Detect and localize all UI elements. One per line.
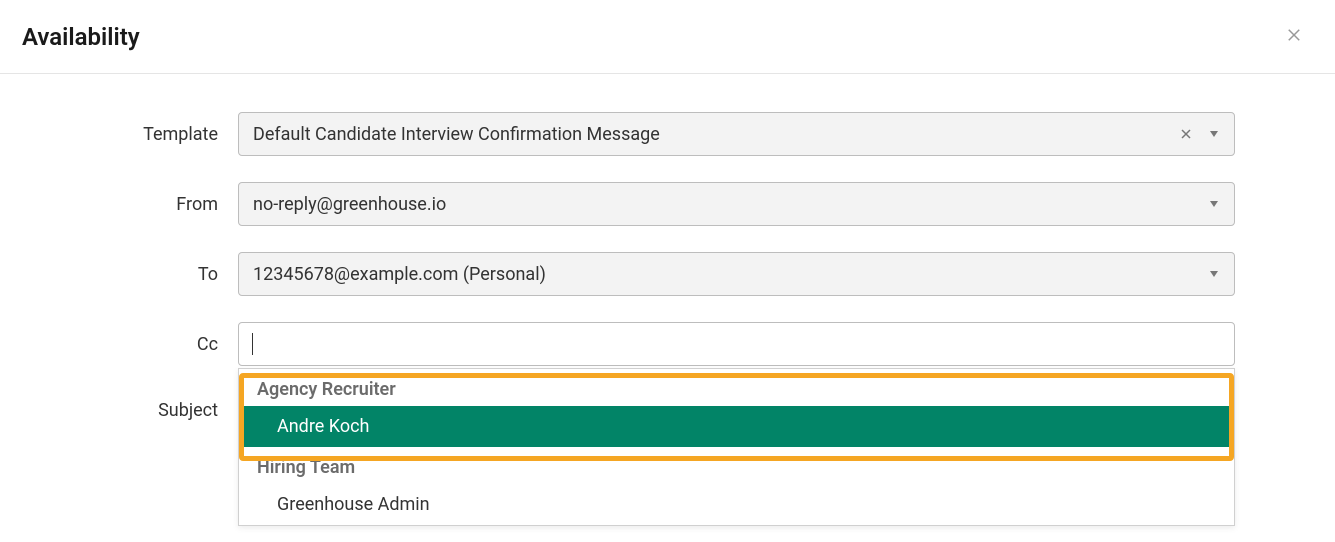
cc-field-wrapper: Agency Recruiter Andre Koch Hiring Team …	[238, 322, 1235, 366]
from-row: From no-reply@greenhouse.io	[0, 182, 1235, 226]
from-label: From	[0, 194, 238, 215]
cc-dropdown: Agency Recruiter Andre Koch Hiring Team …	[238, 368, 1235, 526]
modal-header: Availability	[0, 0, 1335, 74]
modal-title: Availability	[22, 23, 140, 51]
to-label: To	[0, 264, 238, 285]
cc-row: Cc Agency Recruiter Andre Koch Hiring Te…	[0, 322, 1235, 366]
dropdown-group-agency: Agency Recruiter	[239, 369, 1234, 406]
template-value: Default Candidate Interview Confirmation…	[253, 124, 660, 145]
close-button[interactable]	[1281, 22, 1307, 51]
subject-label: Subject	[0, 392, 238, 421]
chevron-down-icon	[1208, 200, 1220, 208]
dropdown-option-andre[interactable]: Andre Koch	[239, 406, 1234, 447]
template-row: Template Default Candidate Interview Con…	[0, 112, 1235, 156]
template-label: Template	[0, 124, 238, 145]
from-value: no-reply@greenhouse.io	[253, 194, 446, 215]
to-value: 12345678@example.com (Personal)	[253, 264, 546, 285]
chevron-down-icon	[1208, 130, 1220, 138]
to-select[interactable]: 12345678@example.com (Personal)	[238, 252, 1235, 296]
form-container: Template Default Candidate Interview Con…	[0, 74, 1335, 421]
to-field-wrapper: 12345678@example.com (Personal)	[238, 252, 1235, 296]
template-select[interactable]: Default Candidate Interview Confirmation…	[238, 112, 1235, 156]
close-icon	[1285, 26, 1303, 47]
from-select[interactable]: no-reply@greenhouse.io	[238, 182, 1235, 226]
from-field-wrapper: no-reply@greenhouse.io	[238, 182, 1235, 226]
template-field-wrapper: Default Candidate Interview Confirmation…	[238, 112, 1235, 156]
to-row: To 12345678@example.com (Personal)	[0, 252, 1235, 296]
dropdown-option-admin[interactable]: Greenhouse Admin	[239, 484, 1234, 525]
cc-input[interactable]	[238, 322, 1235, 366]
chevron-down-icon	[1208, 270, 1220, 278]
dropdown-group-hiring: Hiring Team	[239, 447, 1234, 484]
cc-label: Cc	[0, 334, 238, 355]
clear-icon[interactable]	[1180, 128, 1192, 140]
